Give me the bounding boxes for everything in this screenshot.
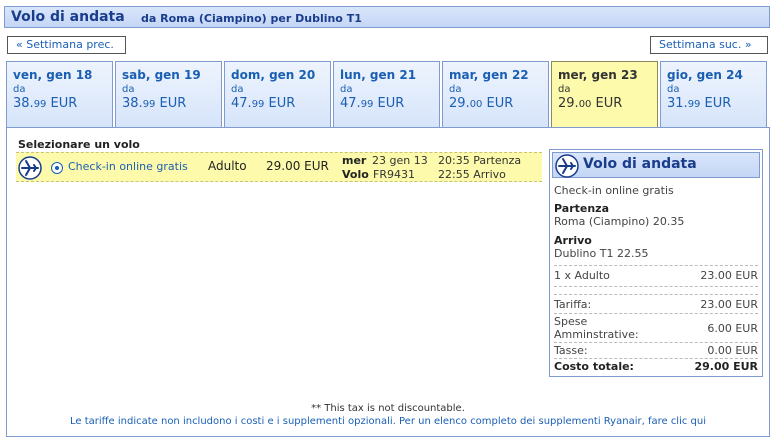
previous-week-button[interactable]: « Settimana prec. <box>7 36 126 54</box>
departure-label: Partenza <box>554 202 609 215</box>
flight-row[interactable]: Check-in online gratis Adulto 29.00 EUR … <box>16 152 542 182</box>
plane-icon <box>18 156 42 180</box>
arrival-label: Arrivo <box>554 234 592 247</box>
date-tab-selected[interactable]: mer, gen 23 da 29.00 EUR <box>551 61 658 127</box>
date-tab[interactable]: ven, gen 18 da 38.99 EUR <box>6 61 113 127</box>
passenger-type: Adulto <box>208 159 247 173</box>
tab-day: gio, gen 24 <box>667 68 743 82</box>
flight-selection-panel: Selezionare un volo Check-in online grat… <box>6 127 770 437</box>
tasse-line: Tasse: 0.00 EUR <box>554 344 758 357</box>
date-tab[interactable]: sab, gen 19 da 38.99 EUR <box>115 61 222 127</box>
route-subtitle: da Roma (Ciampino) per Dublino T1 <box>141 12 362 25</box>
spese-line: Spese Amminstrative: 6.00 EUR <box>554 315 758 341</box>
flight-number: FR9431 <box>373 168 415 181</box>
tab-from-label: da <box>449 84 462 95</box>
plane-icon <box>555 154 579 178</box>
divider <box>554 265 758 266</box>
tab-from-label: da <box>667 84 680 95</box>
flight-date: 23 gen 13 <box>372 154 428 167</box>
total-line: Costo totale: 29.00 EUR <box>554 360 758 373</box>
page-header: Volo di andata da Roma (Ciampino) per Du… <box>4 6 770 28</box>
fare-type-link[interactable]: Check-in online gratis <box>68 160 188 173</box>
tab-day: mar, gen 22 <box>449 68 529 82</box>
tab-from-label: da <box>13 84 26 95</box>
tab-price: 38.99 EUR <box>122 96 187 111</box>
date-tab[interactable]: mar, gen 22 da 29.00 EUR <box>442 61 549 127</box>
summary-fare: Check-in online gratis <box>554 184 674 197</box>
tab-from-label: da <box>340 84 353 95</box>
supplements-link[interactable]: Le tariffe indicate non includono i cost… <box>7 416 769 427</box>
arrival-time: 22:55 Arrivo <box>438 168 506 181</box>
next-week-button[interactable]: Settimana suc. » <box>650 36 768 54</box>
tab-day: mer, gen 23 <box>558 68 638 82</box>
divider <box>554 286 758 287</box>
tab-price: 29.00 EUR <box>449 96 514 111</box>
tab-price: 47.99 EUR <box>340 96 405 111</box>
tab-from-label: da <box>122 84 135 95</box>
select-flight-heading: Selezionare un volo <box>18 138 140 151</box>
summary-header: Volo di andata <box>552 152 760 178</box>
tab-from-label: da <box>558 84 571 95</box>
tab-day: lun, gen 21 <box>340 68 417 82</box>
date-tab[interactable]: gio, gen 24 da 31.99 EUR <box>660 61 767 127</box>
tariffa-line: Tariffa: 23.00 EUR <box>554 298 758 311</box>
tab-day: sab, gen 19 <box>122 68 201 82</box>
departure-time: 20:35 Partenza <box>438 154 522 167</box>
tab-day: dom, gen 20 <box>231 68 316 82</box>
tax-note: ** This tax is not discountable. <box>311 403 465 414</box>
tab-price: 29.00 EUR <box>558 96 623 111</box>
booking-summary: Volo di andata Check-in online gratis Pa… <box>549 149 763 377</box>
date-tabs: ven, gen 18 da 38.99 EUR sab, gen 19 da … <box>6 61 770 127</box>
page-title: Volo di andata <box>11 9 125 25</box>
flight-price: 29.00 EUR <box>266 159 329 173</box>
tab-price: 31.99 EUR <box>667 96 732 111</box>
date-tab[interactable]: lun, gen 21 da 47.99 EUR <box>333 61 440 127</box>
tab-day: ven, gen 18 <box>13 68 93 82</box>
departure-value: Roma (Ciampino) 20.35 <box>554 215 685 228</box>
divider <box>554 294 758 295</box>
flight-radio[interactable] <box>51 162 63 174</box>
tab-from-label: da <box>231 84 244 95</box>
passenger-line: 1 x Adulto 23.00 EUR <box>554 269 758 282</box>
arrival-value: Dublino T1 22.55 <box>554 247 649 260</box>
flight-day: mer <box>342 154 367 167</box>
divider <box>554 313 758 314</box>
divider <box>554 342 758 343</box>
date-tab[interactable]: dom, gen 20 da 47.99 EUR <box>224 61 331 127</box>
tab-price: 47.99 EUR <box>231 96 296 111</box>
divider <box>554 358 758 359</box>
flight-label: Volo <box>342 168 369 181</box>
summary-title: Volo di andata <box>583 156 697 172</box>
tab-price: 38.99 EUR <box>13 96 78 111</box>
